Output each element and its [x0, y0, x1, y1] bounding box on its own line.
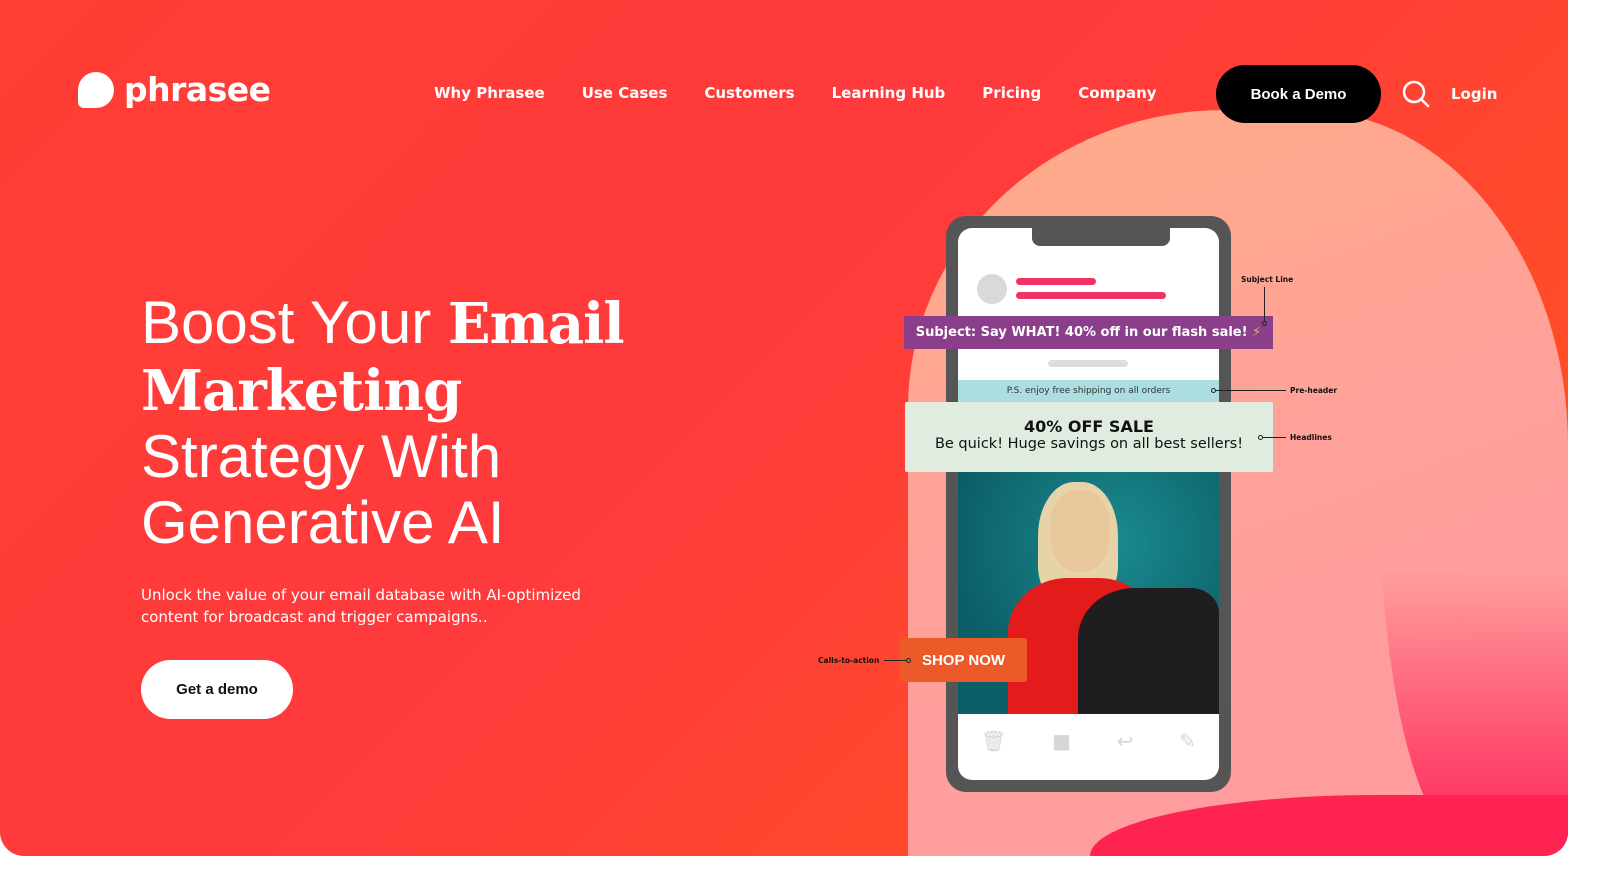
placeholder-line	[1048, 360, 1128, 367]
photo-head	[1050, 490, 1110, 572]
subject-text: Subject: Say WHAT! 40% off in our flash …	[915, 325, 1248, 340]
headline-subtext: Be quick! Huge savings on all best selle…	[934, 436, 1244, 452]
nav-customers[interactable]: Customers	[704, 84, 794, 102]
placeholder-line	[1016, 292, 1166, 299]
title-part: Boost Your	[141, 289, 448, 356]
annotation-calls-to-action: Calls-to-action	[818, 656, 880, 665]
phone-screen: P.S. enjoy free shipping on all orders 🗑…	[958, 228, 1219, 780]
title-bold: Marketing	[141, 358, 462, 424]
annotation-pre-header: Pre-header	[1290, 386, 1338, 395]
book-demo-button[interactable]: Book a Demo	[1216, 65, 1381, 123]
hero-subtitle: Unlock the value of your email database …	[141, 586, 581, 626]
photo-jacket	[1078, 588, 1219, 714]
title-bold: Email	[447, 291, 625, 357]
compose-icon: ✎	[1179, 729, 1197, 753]
nav-why-phrasee[interactable]: Why Phrasee	[434, 84, 545, 102]
annotation-line	[1216, 390, 1286, 391]
email-toolbar: 🗑 ■ ↩ ✎	[958, 714, 1219, 780]
speech-bubble-logo-icon	[78, 71, 114, 108]
annotation-line	[1264, 287, 1265, 321]
nav-company[interactable]: Company	[1078, 84, 1156, 102]
title-part: Strategy With	[141, 423, 502, 490]
annotation-headlines: Headlines	[1290, 433, 1332, 442]
folder-icon: ■	[1052, 729, 1071, 753]
title-part: Generative AI	[141, 489, 505, 556]
phone-notch	[1032, 228, 1170, 246]
search-icon[interactable]	[1402, 80, 1430, 108]
phone-mockup: P.S. enjoy free shipping on all orders 🗑…	[946, 216, 1231, 792]
annotation-line	[884, 660, 907, 661]
hero-section: phrasee Why Phrasee Use Cases Customers …	[0, 0, 1568, 856]
login-link[interactable]: Login	[1451, 85, 1497, 103]
annotation-dot	[906, 658, 911, 663]
headline-text: 40% OFF SALE	[1024, 417, 1154, 436]
placeholder-line	[1016, 278, 1096, 285]
main-nav: Why Phrasee Use Cases Customers Learning…	[434, 84, 1157, 102]
nav-use-cases[interactable]: Use Cases	[582, 84, 668, 102]
get-demo-button[interactable]: Get a demo	[141, 660, 293, 719]
brand-name: phrasee	[124, 70, 271, 109]
lightning-icon: ⚡	[1252, 325, 1262, 340]
nav-pricing[interactable]: Pricing	[982, 84, 1041, 102]
hero-title: Boost Your Email Marketing Strategy With…	[141, 290, 701, 556]
headline-box: 40% OFF SALE Be quick! Huge savings on a…	[905, 402, 1273, 472]
reply-icon: ↩	[1116, 729, 1134, 753]
annotation-subject-line: Subject Line	[1241, 275, 1294, 284]
shop-now-button[interactable]: SHOP NOW	[900, 638, 1027, 682]
subject-bar: Subject: Say WHAT! 40% off in our flash …	[904, 316, 1273, 349]
phrasee-logo[interactable]: phrasee	[78, 70, 271, 109]
annotation-dot	[1262, 321, 1267, 326]
nav-learning-hub[interactable]: Learning Hub	[832, 84, 946, 102]
annotation-line	[1263, 437, 1286, 438]
preheader-bar: P.S. enjoy free shipping on all orders	[958, 380, 1219, 402]
sender-avatar	[977, 274, 1007, 304]
background-blob-accent	[1380, 150, 1568, 850]
trash-icon: 🗑	[980, 729, 1007, 753]
